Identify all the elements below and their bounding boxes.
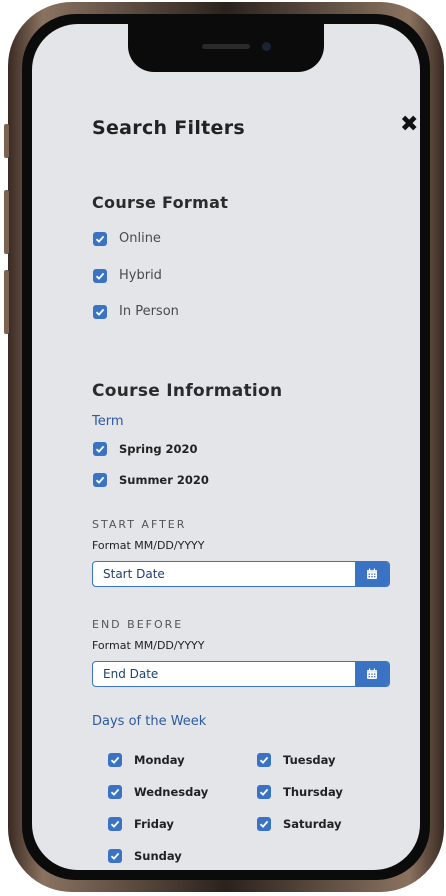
checkbox-checked-icon — [93, 268, 107, 283]
checkbox-in-person[interactable]: In Person — [93, 304, 179, 319]
checkbox-checked-icon — [108, 785, 122, 799]
checkbox-checked-icon — [108, 753, 122, 767]
start-after-label: START AFTER — [92, 518, 187, 531]
checkbox-summer-2020[interactable]: Summer 2020 — [93, 473, 209, 487]
checkbox-checked-icon — [257, 753, 271, 767]
start-date-input[interactable]: Start Date — [92, 561, 390, 587]
checkbox-label: Thursday — [283, 785, 343, 799]
end-date-input[interactable]: End Date — [92, 661, 390, 687]
checkbox-thursday[interactable]: Thursday — [257, 785, 343, 799]
checkbox-spring-2020[interactable]: Spring 2020 — [93, 442, 198, 456]
checkbox-wednesday[interactable]: Wednesday — [108, 785, 208, 799]
checkbox-friday[interactable]: Friday — [108, 817, 174, 831]
checkbox-checked-icon — [257, 785, 271, 799]
days-of-week-label: Days of the Week — [92, 714, 207, 729]
checkbox-checked-icon — [93, 304, 107, 319]
checkbox-label: Online — [119, 231, 161, 246]
course-format-heading: Course Format — [92, 193, 229, 212]
checkbox-label: Saturday — [283, 817, 342, 831]
checkbox-label: Sunday — [134, 849, 182, 863]
start-date-placeholder: Start Date — [103, 567, 165, 581]
end-before-format-hint: Format MM/DD/YYYY — [92, 639, 205, 652]
checkbox-checked-icon — [108, 817, 122, 831]
checkbox-label: Tuesday — [283, 753, 336, 767]
checkbox-online[interactable]: Online — [93, 231, 161, 246]
checkbox-label: Monday — [134, 753, 185, 767]
page-title: Search Filters — [92, 117, 246, 139]
checkbox-label: Hybrid — [119, 268, 162, 283]
checkbox-label: Wednesday — [134, 785, 209, 799]
volume-down-button — [4, 270, 9, 334]
checkbox-checked-icon — [93, 473, 107, 487]
phone-bezel: Search Filters ✖ Course Format Online Hy… — [22, 14, 430, 880]
volume-up-button — [4, 190, 9, 254]
mute-switch — [4, 124, 9, 158]
term-label: Term — [92, 414, 124, 429]
checkbox-label: Friday — [134, 817, 174, 831]
checkbox-checked-icon — [93, 442, 107, 456]
checkbox-label: Summer 2020 — [119, 473, 209, 487]
checkbox-tuesday[interactable]: Tuesday — [257, 753, 336, 767]
notch — [128, 24, 324, 72]
start-after-format-hint: Format MM/DD/YYYY — [92, 539, 205, 552]
checkbox-saturday[interactable]: Saturday — [257, 817, 342, 831]
speaker-grille — [202, 44, 250, 49]
calendar-icon[interactable] — [355, 562, 389, 586]
end-before-label: END BEFORE — [92, 618, 184, 631]
checkbox-checked-icon — [108, 849, 122, 863]
checkbox-checked-icon — [93, 231, 107, 246]
checkbox-hybrid[interactable]: Hybrid — [93, 268, 162, 283]
front-camera — [262, 42, 271, 51]
course-information-heading: Course Information — [92, 381, 283, 401]
checkbox-label: Spring 2020 — [119, 442, 198, 456]
checkbox-checked-icon — [257, 817, 271, 831]
checkbox-sunday[interactable]: Sunday — [108, 849, 182, 863]
calendar-icon[interactable] — [355, 662, 389, 686]
checkbox-label: In Person — [119, 304, 179, 319]
close-icon[interactable]: ✖ — [400, 112, 418, 137]
checkbox-monday[interactable]: Monday — [108, 753, 185, 767]
phone-frame: Search Filters ✖ Course Format Online Hy… — [4, 2, 444, 892]
screen: Search Filters ✖ Course Format Online Hy… — [32, 24, 420, 870]
end-date-placeholder: End Date — [103, 667, 159, 681]
